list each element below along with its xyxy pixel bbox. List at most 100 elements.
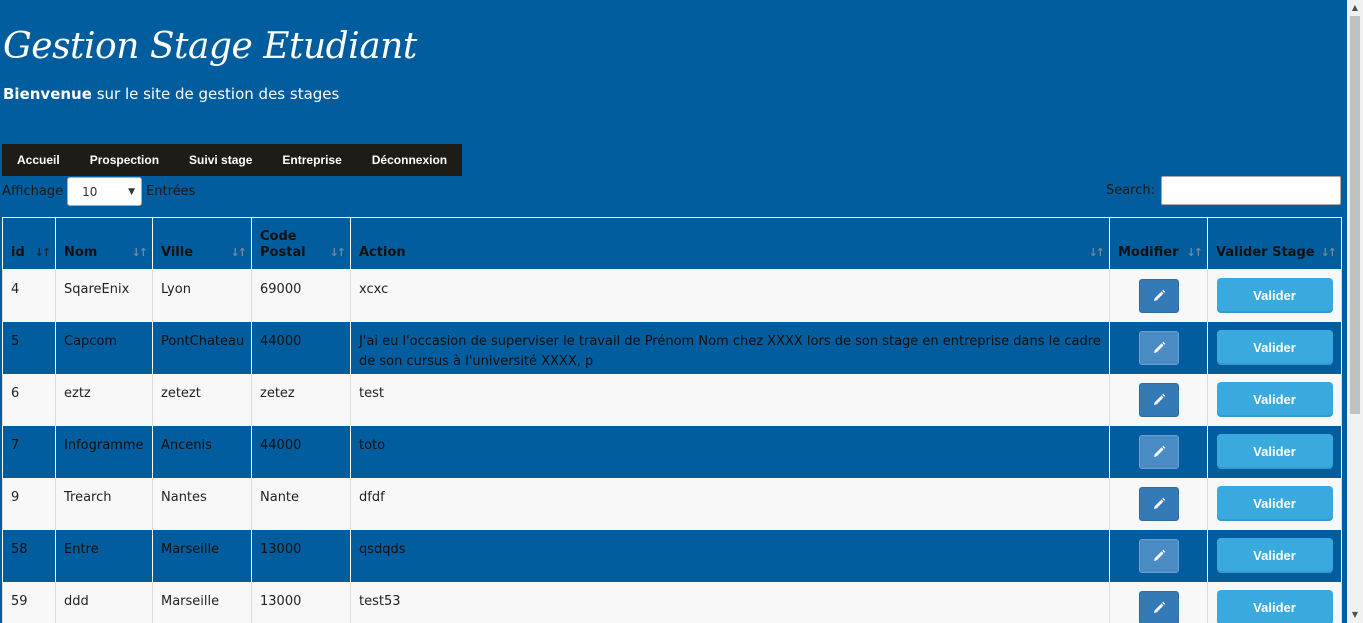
page: Gestion Stage Etudiant Bienvenue sur le …	[0, 0, 1363, 623]
sort-arrows-icon: ↓↑	[329, 246, 347, 259]
cell-valider: Valider	[1207, 581, 1342, 623]
cell-valider: Valider	[1207, 321, 1342, 374]
cell-id: 7	[2, 425, 56, 478]
caret-down-icon: ▼	[128, 186, 136, 197]
nav-item-prospection[interactable]: Prospection	[75, 153, 174, 167]
search-label: Search:	[1105, 183, 1155, 198]
table-header-row: id ↓↑ Nom ↓↑ Ville ↓↑ Code Postal ↓↑ Action ↓…	[2, 217, 1342, 270]
cell-code-postal: 13000	[251, 581, 351, 623]
table-row: 58 Entre Marseille 13000 qsdqds Valider	[2, 529, 1342, 582]
pencil-icon	[1153, 549, 1165, 561]
search-control: Search:	[1106, 176, 1341, 205]
cell-id: 6	[2, 373, 56, 426]
cell-code-postal: 44000	[251, 321, 351, 374]
welcome-bold: Bienvenue	[3, 85, 92, 103]
edit-button[interactable]	[1138, 538, 1179, 573]
app-title: Gestion Stage Etudiant	[3, 26, 417, 67]
table-body: 4 SqareEnix Lyon 69000 xcxc Valider 5 Capcom Pon…	[2, 269, 1342, 623]
nav-item-deconnexion[interactable]: Déconnexion	[357, 153, 462, 167]
table-row: 7 Infogramme Ancenis 44000 toto Valider	[2, 425, 1342, 478]
cell-id: 5	[2, 321, 56, 374]
cell-ville: zetezt	[152, 373, 252, 426]
edit-button[interactable]	[1138, 278, 1179, 313]
column-header-valider-stage[interactable]: Valider Stage ↓↑	[1207, 217, 1342, 270]
cell-id: 4	[2, 269, 56, 322]
length-label-before: Affichage	[2, 184, 64, 199]
edit-button[interactable]	[1138, 330, 1179, 365]
edit-button[interactable]	[1138, 486, 1179, 521]
cell-action: xcxc	[350, 269, 1110, 322]
column-header-nom[interactable]: Nom ↓↑	[55, 217, 153, 270]
pencil-icon	[1153, 393, 1165, 405]
column-header-id[interactable]: id ↓↑	[2, 217, 56, 270]
pencil-icon	[1153, 289, 1165, 301]
cell-nom: ddd	[55, 581, 153, 623]
sort-arrows-icon: ↓↑	[131, 246, 149, 259]
cell-nom: Capcom	[55, 321, 153, 374]
valider-button[interactable]: Valider	[1216, 538, 1333, 573]
cell-code-postal: 44000	[251, 425, 351, 478]
cell-modifier	[1109, 321, 1208, 374]
cell-action: toto	[350, 425, 1110, 478]
edit-button[interactable]	[1138, 590, 1179, 623]
column-header-ville[interactable]: Ville ↓↑	[152, 217, 252, 270]
cell-ville: Ancenis	[152, 425, 252, 478]
nav-item-suivi-stage[interactable]: Suivi stage	[174, 153, 267, 167]
cell-action: qsdqds	[350, 529, 1110, 582]
column-header-action[interactable]: Action ↓↑	[350, 217, 1110, 270]
cell-ville: PontChateau	[152, 321, 252, 374]
column-header-code-postal[interactable]: Code Postal ↓↑	[251, 217, 351, 270]
length-label-after: Entrées	[146, 184, 196, 199]
vertical-scrollbar[interactable]: ▲ ▼	[1347, 0, 1363, 623]
cell-valider: Valider	[1207, 269, 1342, 322]
cell-code-postal: Nante	[251, 477, 351, 530]
sort-asc-icon: ↓↑	[34, 246, 52, 259]
cell-action: test53	[350, 581, 1110, 623]
nav-item-accueil[interactable]: Accueil	[2, 153, 75, 167]
edit-button[interactable]	[1138, 434, 1179, 469]
cell-modifier	[1109, 269, 1208, 322]
edit-button[interactable]	[1138, 382, 1179, 417]
cell-code-postal: 69000	[251, 269, 351, 322]
table-row: 6 eztz zetezt zetez test Valider	[2, 373, 1342, 426]
cell-nom: Entre	[55, 529, 153, 582]
cell-nom: Trearch	[55, 477, 153, 530]
valider-button[interactable]: Valider	[1216, 434, 1333, 469]
cell-valider: Valider	[1207, 373, 1342, 426]
page-length-select[interactable]: 10 ▼	[67, 177, 143, 206]
valider-button[interactable]: Valider	[1216, 486, 1333, 521]
welcome-rest: sur le site de gestion des stages	[91, 85, 340, 103]
scroll-up-icon[interactable]: ▲	[1347, 0, 1363, 16]
cell-nom: SqareEnix	[55, 269, 153, 322]
table-row: 4 SqareEnix Lyon 69000 xcxc Valider	[2, 269, 1342, 322]
cell-valider: Valider	[1207, 529, 1342, 582]
valider-button[interactable]: Valider	[1216, 590, 1333, 623]
cell-nom: eztz	[55, 373, 153, 426]
cell-action: dfdf	[350, 477, 1110, 530]
search-input[interactable]	[1161, 176, 1341, 205]
cell-modifier	[1109, 529, 1208, 582]
valider-button[interactable]: Valider	[1216, 330, 1333, 365]
column-header-modifier[interactable]: Modifier ↓↑	[1109, 217, 1208, 270]
valider-button[interactable]: Valider	[1216, 278, 1333, 314]
cell-ville: Nantes	[152, 477, 252, 530]
valider-button[interactable]: Valider	[1216, 382, 1333, 417]
cell-id: 58	[2, 529, 56, 582]
cell-modifier	[1109, 373, 1208, 426]
cell-ville: Marseille	[152, 529, 252, 582]
cell-ville: Lyon	[152, 269, 252, 322]
table-row: 59 ddd Marseille 13000 test53 Valider	[2, 581, 1342, 623]
cell-action: J'ai eu l'occasion de superviser le trav…	[350, 321, 1110, 374]
pencil-icon	[1153, 497, 1165, 509]
table-row: 5 Capcom PontChateau 44000 J'ai eu l'occasio…	[2, 321, 1342, 374]
sort-arrows-icon: ↓↑	[1088, 246, 1106, 259]
nav-item-entreprise[interactable]: Entreprise	[267, 153, 356, 167]
scroll-down-icon[interactable]: ▼	[1347, 607, 1363, 623]
cell-id: 9	[2, 477, 56, 530]
scrollbar-thumb[interactable]	[1350, 16, 1360, 414]
sort-arrows-icon: ↓↑	[230, 246, 248, 259]
cell-ville: Marseille	[152, 581, 252, 623]
cell-code-postal: 13000	[251, 529, 351, 582]
cell-valider: Valider	[1207, 477, 1342, 530]
cell-modifier	[1109, 581, 1208, 623]
